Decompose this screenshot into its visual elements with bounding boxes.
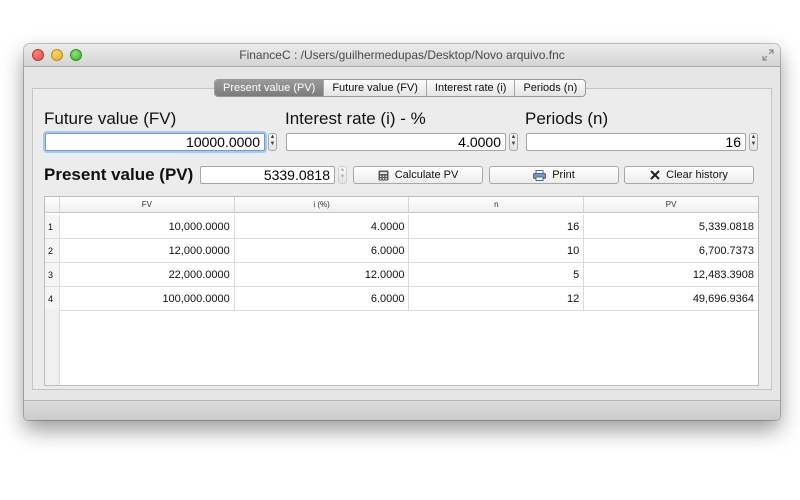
cell-rate: 6.0000 bbox=[235, 287, 410, 310]
cell-rate: 6.0000 bbox=[235, 239, 410, 262]
pv-output: 5339.0818 bbox=[200, 166, 335, 184]
fv-label: Future value (FV) bbox=[44, 109, 177, 128]
tab-bar: Present value (PV) Future value (FV) Int… bbox=[214, 79, 587, 97]
print-button[interactable]: Print bbox=[489, 166, 619, 184]
tab-future-value[interactable]: Future value (FV) bbox=[324, 80, 427, 96]
row-number: 4 bbox=[45, 287, 60, 310]
cell-fv: 22,000.0000 bbox=[60, 263, 235, 286]
pv-label: Present value (PV) bbox=[44, 165, 194, 184]
cell-periods: 10 bbox=[409, 239, 585, 262]
cell-fv: 12,000.0000 bbox=[60, 239, 235, 262]
cell-periods: 16 bbox=[409, 215, 585, 238]
fv-stepper[interactable]: ▲ ▼ bbox=[268, 133, 277, 151]
tab-present-value[interactable]: Present value (PV) bbox=[215, 80, 325, 96]
cell-pv: 49,696.9364 bbox=[692, 293, 754, 305]
rate-input[interactable]: 4.0000 bbox=[286, 133, 506, 151]
cell-rate: 12.0000 bbox=[235, 263, 410, 286]
column-header-periods[interactable]: n bbox=[409, 197, 585, 212]
cell-fv: 100,000.0000 bbox=[60, 287, 235, 310]
table-header: FV i (%) n PV bbox=[45, 197, 758, 213]
cell-periods: 12 bbox=[409, 287, 585, 310]
row-number-gutter bbox=[45, 309, 60, 385]
print-label: Print bbox=[552, 169, 575, 181]
fullscreen-icon[interactable] bbox=[762, 49, 774, 61]
table-row[interactable]: 2 12,000.0000 6.0000 10 6,700.7373 bbox=[45, 239, 758, 263]
window-bottom-bar bbox=[24, 400, 780, 420]
periods-label: Periods (n) bbox=[525, 109, 609, 128]
rate-label: Interest rate (i) - % bbox=[285, 109, 426, 128]
column-header-rate[interactable]: i (%) bbox=[235, 197, 410, 212]
clear-history-button[interactable]: Clear history bbox=[624, 166, 754, 184]
clear-history-label: Clear history bbox=[666, 169, 728, 181]
rate-stepper[interactable]: ▲ ▼ bbox=[509, 133, 518, 151]
x-icon bbox=[650, 170, 660, 180]
window-title: FinanceC : /Users/guilhermedupas/Desktop… bbox=[239, 48, 565, 62]
cell-periods: 5 bbox=[409, 263, 585, 286]
cell-pv: 5,339.0818 bbox=[698, 221, 754, 233]
table-row[interactable]: 1 10,000.0000 4.0000 16 5,339.0818 bbox=[45, 215, 758, 239]
row-number: 3 bbox=[45, 263, 60, 286]
row-number: 1 bbox=[45, 215, 60, 238]
row-number: 2 bbox=[45, 239, 60, 262]
history-table[interactable]: FV i (%) n PV 1 10,000.0000 4.0000 16 5,… bbox=[44, 196, 759, 386]
cell-pv: 12,483.3908 bbox=[692, 269, 754, 281]
column-header-fv[interactable]: FV bbox=[60, 197, 235, 212]
column-header-pv[interactable]: PV bbox=[584, 197, 758, 212]
calculate-pv-button[interactable]: Calculate PV bbox=[353, 166, 483, 184]
tab-interest-rate[interactable]: Interest rate (i) bbox=[427, 80, 516, 96]
fv-input[interactable]: 10000.0000 bbox=[45, 133, 265, 151]
pv-stepper: ▲ ▼ bbox=[338, 166, 347, 184]
title-bar: FinanceC : /Users/guilhermedupas/Desktop… bbox=[24, 44, 780, 67]
periods-stepper[interactable]: ▲ ▼ bbox=[749, 133, 758, 151]
cell-fv: 10,000.0000 bbox=[60, 215, 235, 238]
rownum-header bbox=[45, 197, 60, 212]
printer-icon bbox=[533, 169, 547, 181]
tab-periods[interactable]: Periods (n) bbox=[515, 80, 585, 96]
calculate-pv-label: Calculate PV bbox=[394, 169, 459, 181]
calculator-icon bbox=[378, 170, 389, 180]
cell-pv: 6,700.7373 bbox=[698, 245, 754, 257]
periods-input[interactable]: 16 bbox=[526, 133, 746, 151]
cell-rate: 4.0000 bbox=[235, 215, 410, 238]
table-row[interactable]: 4 100,000.0000 6.0000 12 49,696.9364 bbox=[45, 287, 758, 311]
table-row[interactable]: 3 22,000.0000 12.0000 5 12,483.3908 bbox=[45, 263, 758, 287]
